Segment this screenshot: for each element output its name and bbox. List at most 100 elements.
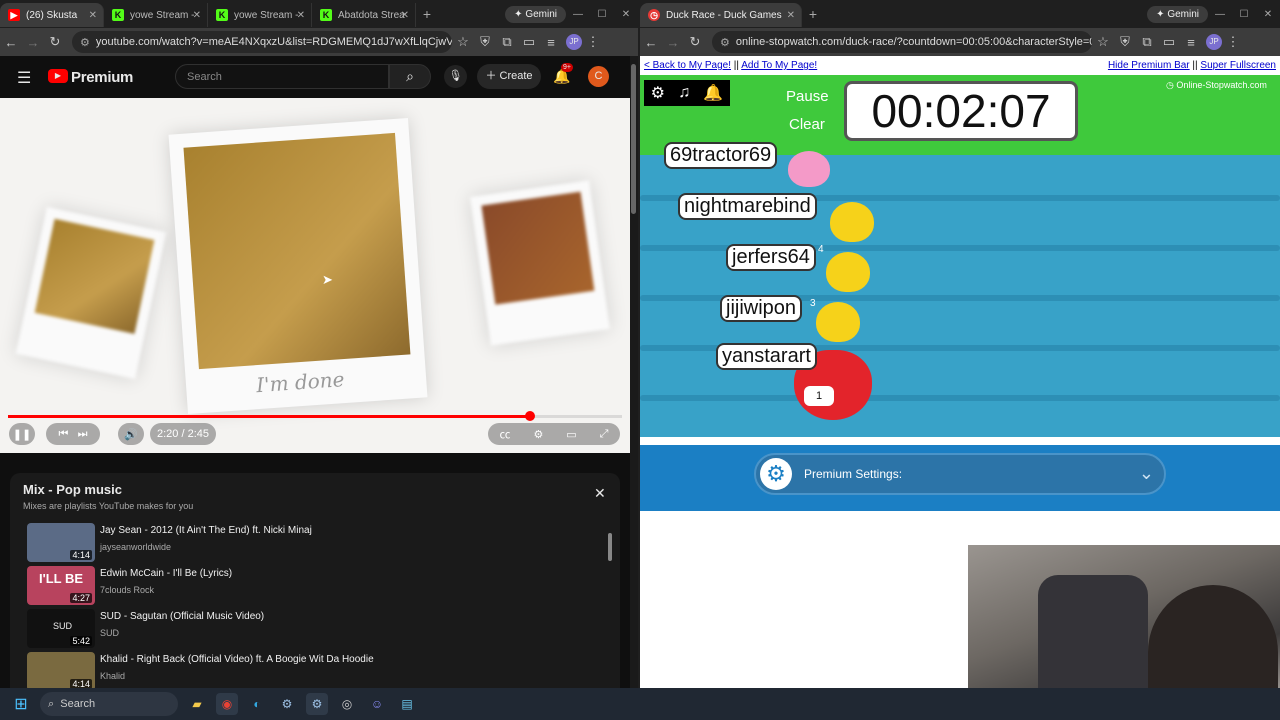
- captions-icon[interactable]: ㏄: [499, 426, 510, 442]
- chrome-icon[interactable]: ◉: [216, 693, 238, 715]
- close-window-icon[interactable]: ✕: [1256, 9, 1280, 20]
- gemini-button[interactable]: ✦ Gemini: [505, 5, 566, 23]
- volume-icon[interactable]: 🔊: [118, 423, 144, 445]
- media-icon[interactable]: ≡: [1180, 35, 1202, 50]
- search-icon[interactable]: ⌕: [389, 64, 431, 89]
- tab-youtube[interactable]: ▶ (26) Skusta ✕: [0, 3, 104, 27]
- tab-kick-2[interactable]: Kyowe Stream - ✕: [208, 3, 312, 27]
- create-button[interactable]: ＋ Create: [477, 64, 541, 89]
- close-window-icon[interactable]: ✕: [614, 9, 638, 20]
- address-bar[interactable]: ⚙ youtube.com/watch?v=meAE4NXqxzU&list=RD…: [72, 31, 452, 53]
- site-info-icon[interactable]: ⚙: [720, 36, 730, 49]
- back-link[interactable]: < Back to My Page!: [644, 60, 731, 71]
- cast-icon[interactable]: ▭: [1158, 34, 1180, 50]
- steam-icon[interactable]: ⚙: [276, 693, 298, 715]
- windows-start-icon[interactable]: ⊞: [10, 693, 32, 715]
- page-scrollbar[interactable]: [630, 56, 638, 688]
- profile-avatar[interactable]: JP: [566, 34, 582, 50]
- maximize-icon[interactable]: ☐: [1232, 9, 1256, 20]
- edge-icon[interactable]: ◐: [246, 693, 268, 715]
- close-tab-icon[interactable]: ✕: [787, 10, 795, 21]
- taskbar-search-label: Search: [60, 698, 96, 710]
- mic-icon[interactable]: 🎙: [444, 65, 467, 88]
- tab-label: yowe Stream -: [130, 9, 195, 21]
- cast-icon[interactable]: ▭: [518, 34, 540, 50]
- youtube-logo-icon[interactable]: ▶: [48, 69, 68, 83]
- search-input[interactable]: Search: [175, 64, 389, 89]
- extension-shield-icon[interactable]: ⛨: [1114, 34, 1136, 50]
- playlist-item[interactable]: 4:14 Jay Sean - 2012 (It Ain't The End) f…: [27, 523, 587, 565]
- account-avatar[interactable]: C: [588, 66, 609, 87]
- obs-icon[interactable]: ◎: [336, 693, 358, 715]
- youtube-logo-text[interactable]: Premium: [71, 69, 133, 86]
- close-tab-icon[interactable]: ✕: [401, 10, 409, 21]
- new-tab-button[interactable]: +: [416, 6, 438, 22]
- minimize-icon[interactable]: —: [566, 9, 590, 20]
- new-tab-button[interactable]: +: [802, 6, 824, 22]
- gemini-button[interactable]: ✦ Gemini: [1147, 5, 1208, 23]
- back-icon[interactable]: ←: [640, 35, 662, 50]
- extensions-icon[interactable]: ⧉: [1136, 34, 1158, 50]
- right-tab-strip: ◷ Duck Race - Duck Games ✕ + ✦ Gemini — ☐ …: [640, 0, 1280, 28]
- miniplayer-icon[interactable]: ▭: [566, 428, 576, 441]
- hamburger-menu-icon[interactable]: ☰: [17, 68, 31, 88]
- clear-button[interactable]: Clear: [789, 116, 825, 133]
- media-icon[interactable]: ≡: [540, 35, 562, 50]
- taskbar-search[interactable]: ⌕ Search: [40, 692, 178, 716]
- game-settings-icon[interactable]: ⚙: [651, 83, 665, 103]
- tab-duck-race[interactable]: ◷ Duck Race - Duck Games ✕: [640, 3, 802, 27]
- countdown-timer: 00:02:07: [844, 81, 1078, 141]
- close-tab-icon[interactable]: ✕: [193, 10, 201, 21]
- fullscreen-icon[interactable]: ⤢: [600, 428, 609, 441]
- minimize-icon[interactable]: —: [1208, 9, 1232, 20]
- racer-name: 69tractor69: [664, 142, 778, 169]
- add-link[interactable]: Add To My Page!: [741, 60, 817, 71]
- previous-icon[interactable]: ⏮: [59, 428, 69, 441]
- menu-icon[interactable]: ⋮: [1222, 34, 1244, 50]
- premium-settings-toggle[interactable]: ⚙ Premium Settings: ⌄: [754, 453, 1166, 495]
- close-tab-icon[interactable]: ✕: [297, 10, 305, 21]
- steam-active-icon[interactable]: ⚙: [306, 693, 328, 715]
- tab-kick-1[interactable]: Kyowe Stream - ✕: [104, 3, 208, 27]
- duration: 4:14: [70, 550, 92, 560]
- pause-button[interactable]: Pause: [786, 88, 829, 105]
- profile-avatar[interactable]: JP: [1206, 34, 1222, 50]
- site-info-icon[interactable]: ⚙: [80, 36, 90, 49]
- menu-icon[interactable]: ⋮: [582, 34, 604, 50]
- fullscreen-link[interactable]: Super Fullscreen: [1200, 60, 1276, 71]
- tab-kick-3[interactable]: K Abatdota Strea ✕: [312, 3, 416, 27]
- discord-icon[interactable]: ☺: [366, 693, 388, 715]
- thumbnail-text: SUD: [53, 621, 73, 631]
- sound-icon[interactable]: 🔔: [703, 83, 723, 103]
- extensions-icon[interactable]: ⧉: [496, 34, 518, 50]
- playlist-item[interactable]: I'LL BE 4:27 Edwin McCain - I'll Be (Lyric…: [27, 566, 587, 608]
- pause-icon[interactable]: ❚❚: [9, 423, 35, 445]
- forward-icon[interactable]: →: [662, 35, 684, 50]
- reload-icon[interactable]: ↻: [44, 34, 66, 50]
- reload-icon[interactable]: ↻: [684, 34, 706, 50]
- bookmark-icon[interactable]: ☆: [452, 34, 474, 50]
- playlist-subtitle: Mixes are playlists YouTube makes for yo…: [23, 501, 194, 511]
- video-thumbnail: 4:14: [27, 523, 95, 562]
- video-player[interactable]: I'm done ➤ ❚❚ ⏮ ⏭ 🔊 2:20 / 2:45 ㏄ ⚙ ▭ ⤢: [0, 98, 630, 453]
- close-tab-icon[interactable]: ✕: [89, 10, 97, 21]
- notepad-icon[interactable]: ▤: [396, 693, 418, 715]
- file-explorer-icon[interactable]: ▰: [186, 693, 208, 715]
- playlist-item[interactable]: SUD 5:42 SUD - Sagutan (Official Music Vid…: [27, 609, 587, 651]
- progress-handle[interactable]: [524, 411, 535, 421]
- extension-shield-icon[interactable]: ⛨: [474, 34, 496, 50]
- next-icon[interactable]: ⏭: [78, 428, 88, 441]
- channel-name: 7clouds Rock: [100, 585, 155, 595]
- forward-icon[interactable]: →: [22, 35, 44, 50]
- music-off-icon[interactable]: ♫: [678, 84, 690, 102]
- progress-track[interactable]: [8, 411, 622, 421]
- address-bar[interactable]: ⚙ online-stopwatch.com/duck-race/?countdo…: [712, 31, 1092, 53]
- settings-icon[interactable]: ⚙: [533, 428, 543, 441]
- bookmark-icon[interactable]: ☆: [1092, 34, 1114, 50]
- close-playlist-icon[interactable]: ✕: [594, 485, 606, 502]
- hide-premium-link[interactable]: Hide Premium Bar: [1108, 60, 1190, 71]
- back-icon[interactable]: ←: [0, 35, 22, 50]
- thumbnail-text: I'LL BE: [39, 571, 84, 586]
- maximize-icon[interactable]: ☐: [590, 9, 614, 20]
- playlist-scrollbar[interactable]: [608, 521, 613, 691]
